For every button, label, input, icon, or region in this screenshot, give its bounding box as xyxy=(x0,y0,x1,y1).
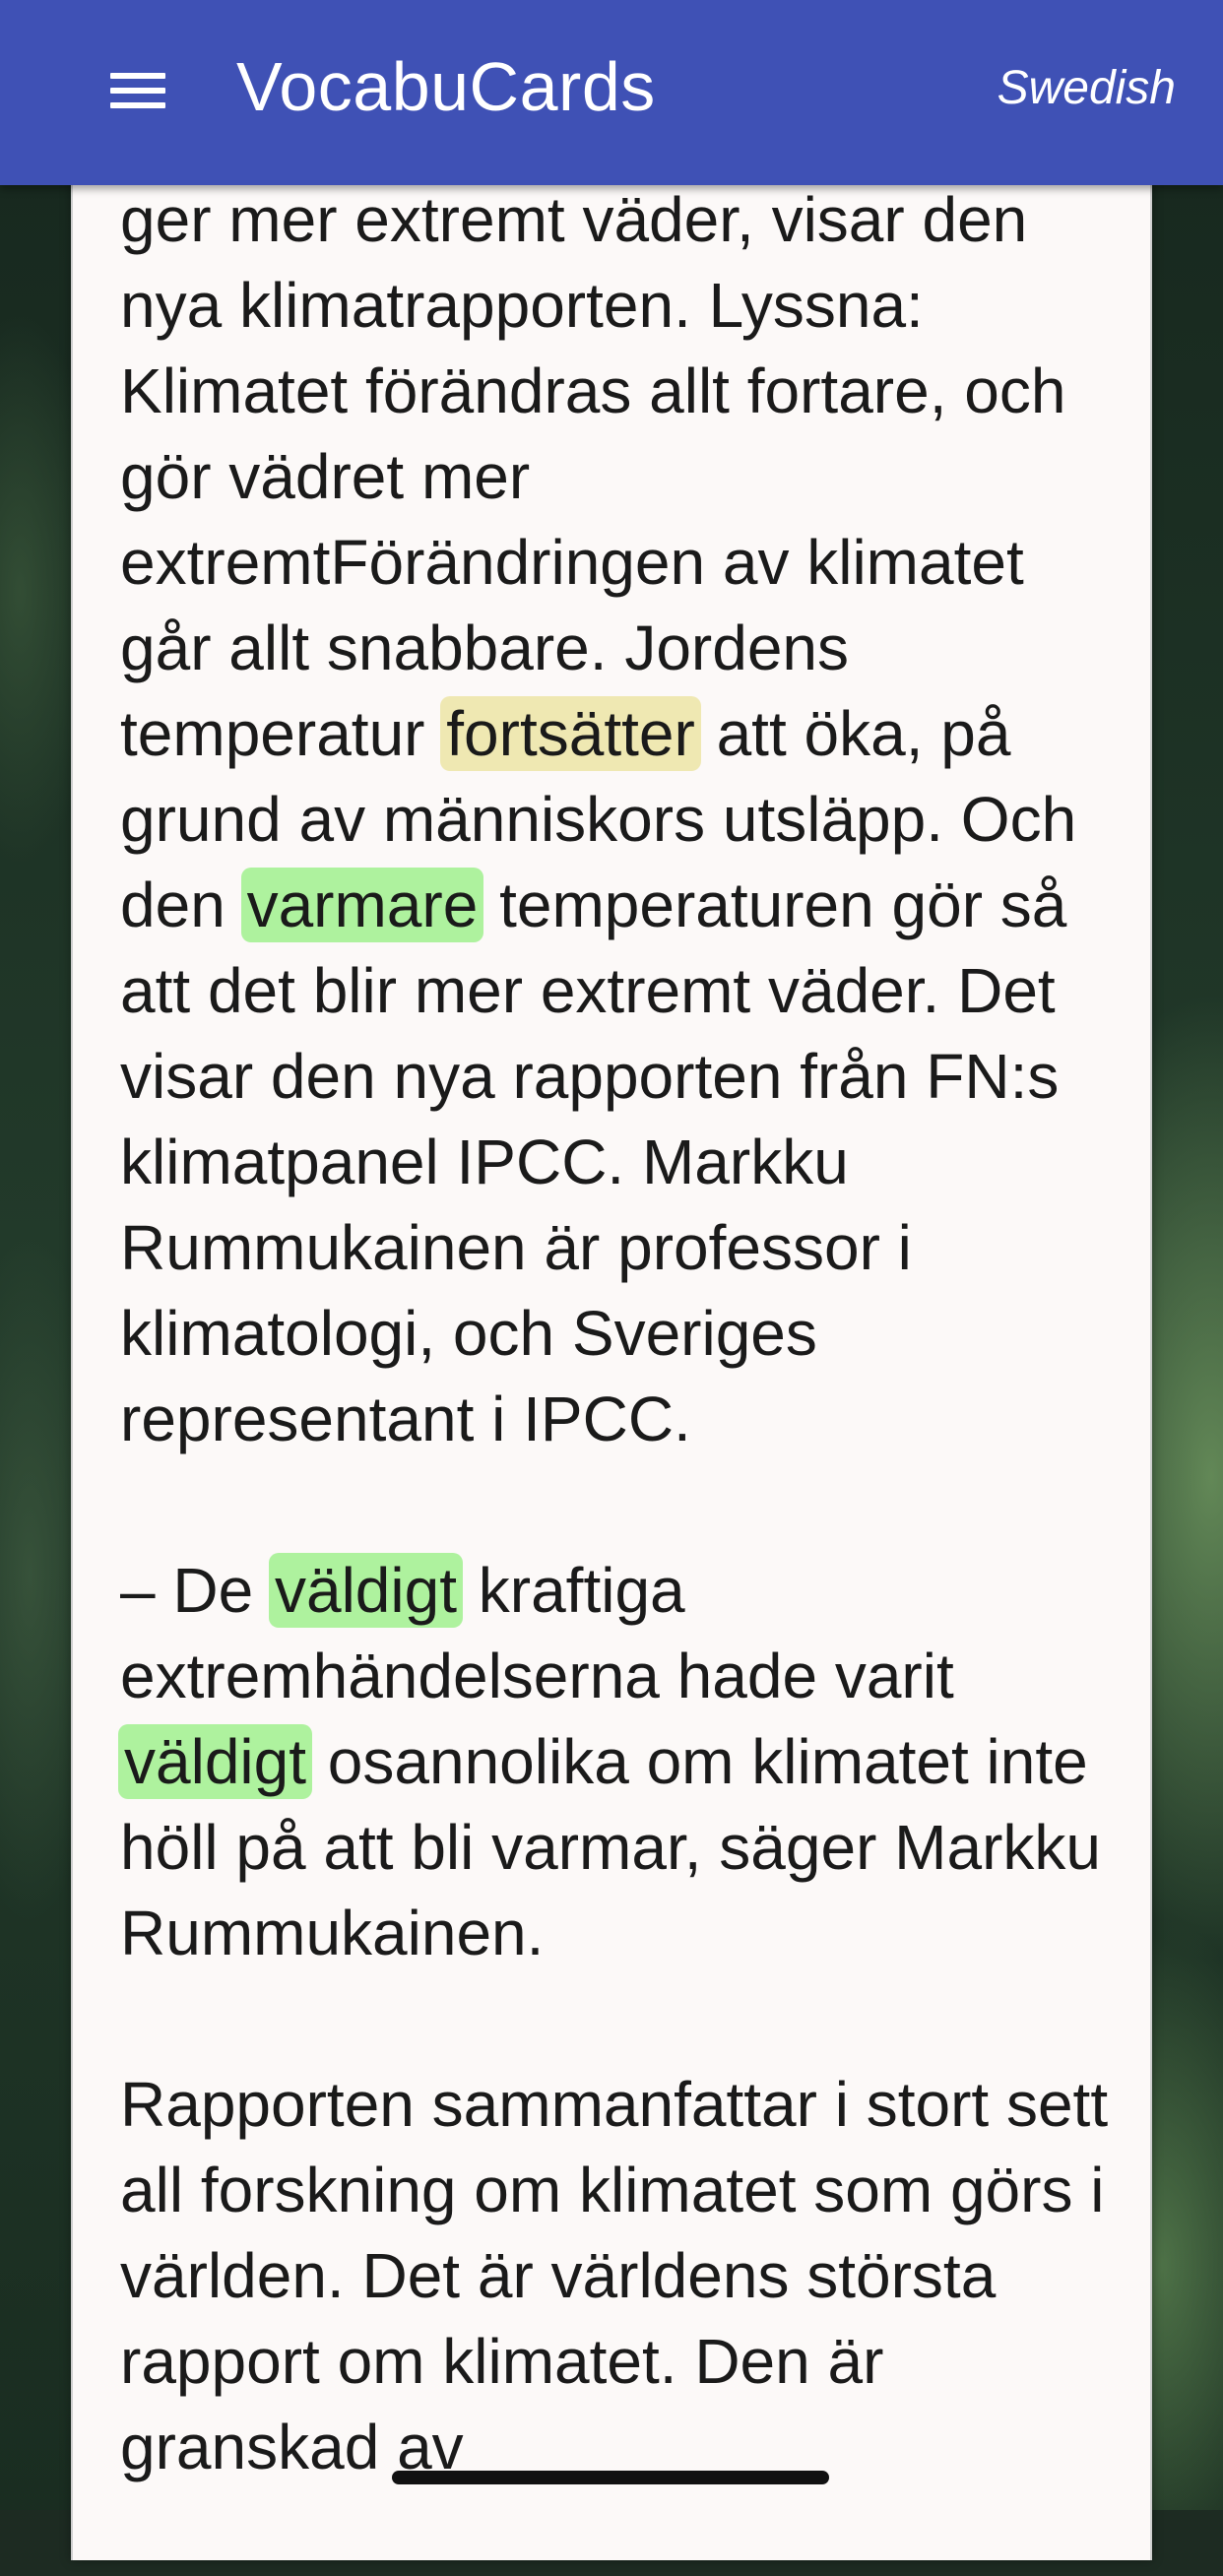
article-text: ger mer extremt väder, visar den nya kli… xyxy=(118,177,1125,2576)
highlighted-word-learning[interactable]: fortsätter xyxy=(440,696,701,771)
paragraph-2: – De väldigt kraftiga extremhändelserna … xyxy=(118,1548,1125,1976)
text-segment: temperaturen gör så att det blir mer ext… xyxy=(120,869,1067,1454)
highlighted-word-known[interactable]: väldigt xyxy=(118,1724,312,1799)
paragraph-1: ger mer extremt väder, visar den nya kli… xyxy=(120,177,1125,1462)
highlighted-word-known[interactable]: väldigt xyxy=(268,1553,463,1628)
text-segment: ger mer extremt väder, visar den nya kli… xyxy=(120,184,1066,769)
app-title: VocabuCards xyxy=(236,48,656,125)
text-segment: Rapporten sammanfattar i stort sett all … xyxy=(120,2069,1109,2482)
paragraph-3: Rapporten sammanfattar i stort sett all … xyxy=(120,2062,1125,2490)
app-bar: VocabuCards Swedish xyxy=(0,0,1223,185)
highlighted-word-known[interactable]: varmare xyxy=(240,868,484,942)
gesture-nav-handle[interactable] xyxy=(392,2471,829,2484)
language-selector[interactable]: Swedish xyxy=(998,61,1176,115)
text-segment: – De xyxy=(120,1555,271,1626)
article-card: ger mer extremt väder, visar den nya kli… xyxy=(71,138,1152,2560)
hamburger-menu-icon[interactable] xyxy=(110,71,167,110)
